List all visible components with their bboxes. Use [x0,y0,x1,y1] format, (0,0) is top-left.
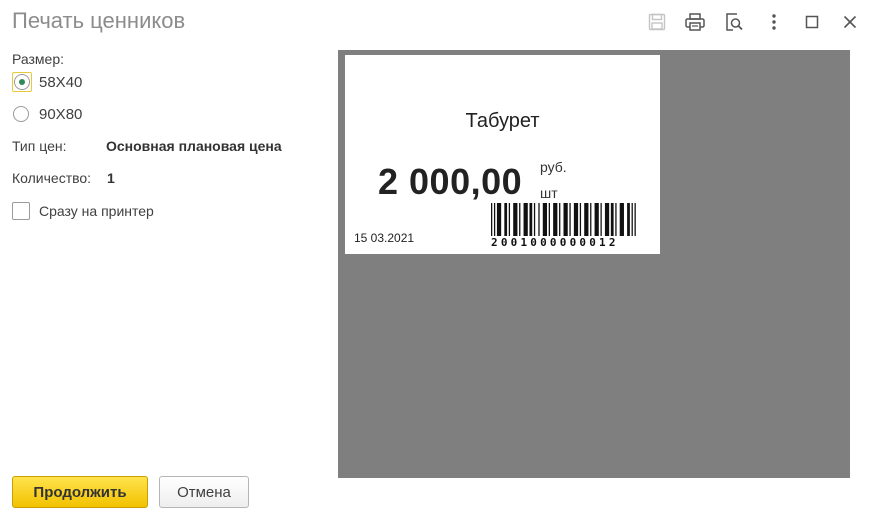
barcode-bar [631,203,633,236]
barcode-bar [504,203,508,236]
barcode-bar [563,203,568,236]
size-option-label: 58X40 [39,73,83,91]
radio-90x80[interactable] [13,106,29,122]
barcode-bar [573,203,579,236]
barcode-bar [590,203,592,236]
size-option-90x80[interactable]: 90X80 [12,104,82,124]
barcode-bar [491,203,493,236]
currency-label: руб. [540,159,567,175]
window-title: Печать ценников [12,8,186,33]
barcode-bar [610,203,614,236]
barcode-bar [513,203,518,236]
barcode-bar [600,203,602,236]
barcode-bar [496,203,502,236]
cancel-button[interactable]: Отмена [159,476,249,508]
barcode-bar [553,203,558,236]
barcode-bar [533,203,536,236]
barcode-bar [559,203,561,236]
radio-58x40[interactable] [14,74,30,90]
barcode-bar [619,203,624,236]
barcode-bar [569,203,571,236]
barcode-bar [548,203,550,236]
barcode-bar [584,203,589,236]
more-icon[interactable] [762,10,786,34]
barcode [491,203,636,236]
barcode-bar [508,203,511,236]
continue-button[interactable]: Продолжить [12,476,148,508]
size-label: Размер: [12,51,65,67]
barcode-bar [542,203,548,236]
save-icon[interactable] [645,10,669,34]
barcode-bar [493,203,496,236]
radio-focus-frame [12,72,32,92]
barcode-bar [538,203,540,236]
barcode-bar [579,203,582,236]
direct-print-checkbox[interactable] [12,202,30,220]
price-tag: Табурет 2 000,00 руб. шт 15 03.2021 2001… [345,55,660,254]
close-icon[interactable] [838,10,862,34]
price-value: 2 000,00 [378,161,523,202]
barcode-bar [529,203,533,236]
product-name: Табурет [465,110,540,132]
size-option-label: 90X80 [39,105,83,123]
unit-label: шт [540,185,558,201]
barcode-bar [634,203,636,236]
quantity-label: Количество: [12,170,92,186]
print-preview-icon[interactable] [722,10,746,34]
quantity-value[interactable]: 1 [107,170,115,186]
barcode-bar [627,203,630,236]
price-type-label: Тип цен: [12,138,67,154]
barcode-digits: 2001000000012 [491,236,619,249]
tag-date: 15 03.2021 [354,231,415,245]
price-type-value[interactable]: Основная плановая цена [106,138,282,154]
print-icon[interactable] [683,10,707,34]
direct-print-option[interactable]: Сразу на принтер [12,201,154,221]
barcode-bar [523,203,528,236]
barcode-bar [604,203,610,236]
barcode-bar [594,203,599,236]
size-option-58x40[interactable]: 58X40 [12,72,82,92]
maximize-icon[interactable] [800,10,824,34]
price-tag-preview: Табурет 2 000,00 руб. шт 15 03.2021 2001… [338,50,850,478]
barcode-bar [615,203,617,236]
barcode-bar [519,203,521,236]
direct-print-label: Сразу на принтер [39,203,154,219]
